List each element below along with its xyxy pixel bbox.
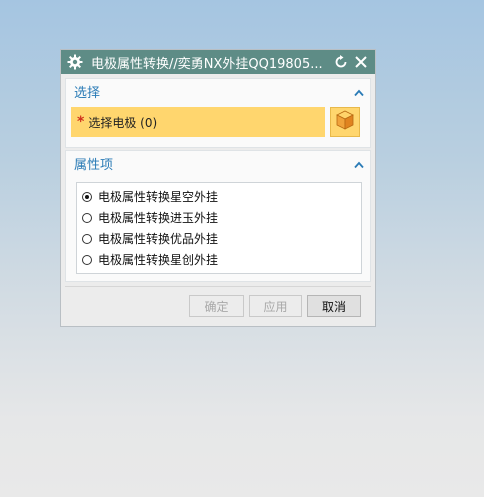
electrode-attribute-dialog: 电极属性转换//奕勇NX外挂QQ19805... 选择 * 选择电极 (0) 属… (60, 49, 376, 327)
radio-button[interactable] (82, 233, 92, 244)
cancel-button[interactable]: 取消 (307, 295, 361, 317)
chevron-up-icon[interactable] (354, 154, 364, 173)
cube-icon (334, 109, 356, 135)
radio-option-xingkong[interactable]: 电极属性转换星空外挂 (77, 186, 361, 207)
radio-option-label: 电极属性转换进玉外挂 (98, 211, 219, 225)
radio-option-label: 电极属性转换星创外挂 (98, 253, 219, 267)
refresh-icon[interactable] (331, 50, 351, 74)
attributes-section-header[interactable]: 属性项 (66, 151, 370, 175)
select-section-title: 选择 (74, 85, 101, 101)
select-object-button[interactable] (330, 107, 360, 137)
select-electrode-row[interactable]: * 选择电极 (0) (71, 107, 325, 137)
radio-button-selected[interactable] (82, 191, 92, 202)
select-electrode-label: 选择电极 (0) (88, 115, 158, 130)
radio-option-jinyu[interactable]: 电极属性转换进玉外挂 (77, 207, 361, 228)
gear-icon[interactable] (63, 50, 87, 74)
footer-divider (65, 286, 371, 287)
apply-button[interactable]: 应用 (249, 295, 302, 317)
dialog-title: 电极属性转换//奕勇NX外挂QQ19805... (91, 56, 323, 72)
ok-button[interactable]: 确定 (189, 295, 244, 317)
close-icon[interactable] (351, 50, 371, 74)
dialog-titlebar[interactable]: 电极属性转换//奕勇NX外挂QQ19805... (61, 50, 375, 74)
attribute-options-list: 电极属性转换星空外挂 电极属性转换进玉外挂 电极属性转换优品外挂 电极属性转换星… (76, 182, 362, 274)
chevron-up-icon[interactable] (354, 82, 364, 101)
required-mark: * (77, 114, 85, 130)
radio-option-label: 电极属性转换优品外挂 (98, 232, 219, 246)
select-section-header[interactable]: 选择 (66, 79, 370, 103)
radio-button[interactable] (82, 212, 92, 223)
radio-button[interactable] (82, 254, 92, 265)
radio-option-youpin[interactable]: 电极属性转换优品外挂 (77, 228, 361, 249)
attributes-section-title: 属性项 (74, 157, 114, 173)
radio-option-xingchuang[interactable]: 电极属性转换星创外挂 (77, 249, 361, 270)
radio-option-label: 电极属性转换星空外挂 (98, 190, 219, 204)
